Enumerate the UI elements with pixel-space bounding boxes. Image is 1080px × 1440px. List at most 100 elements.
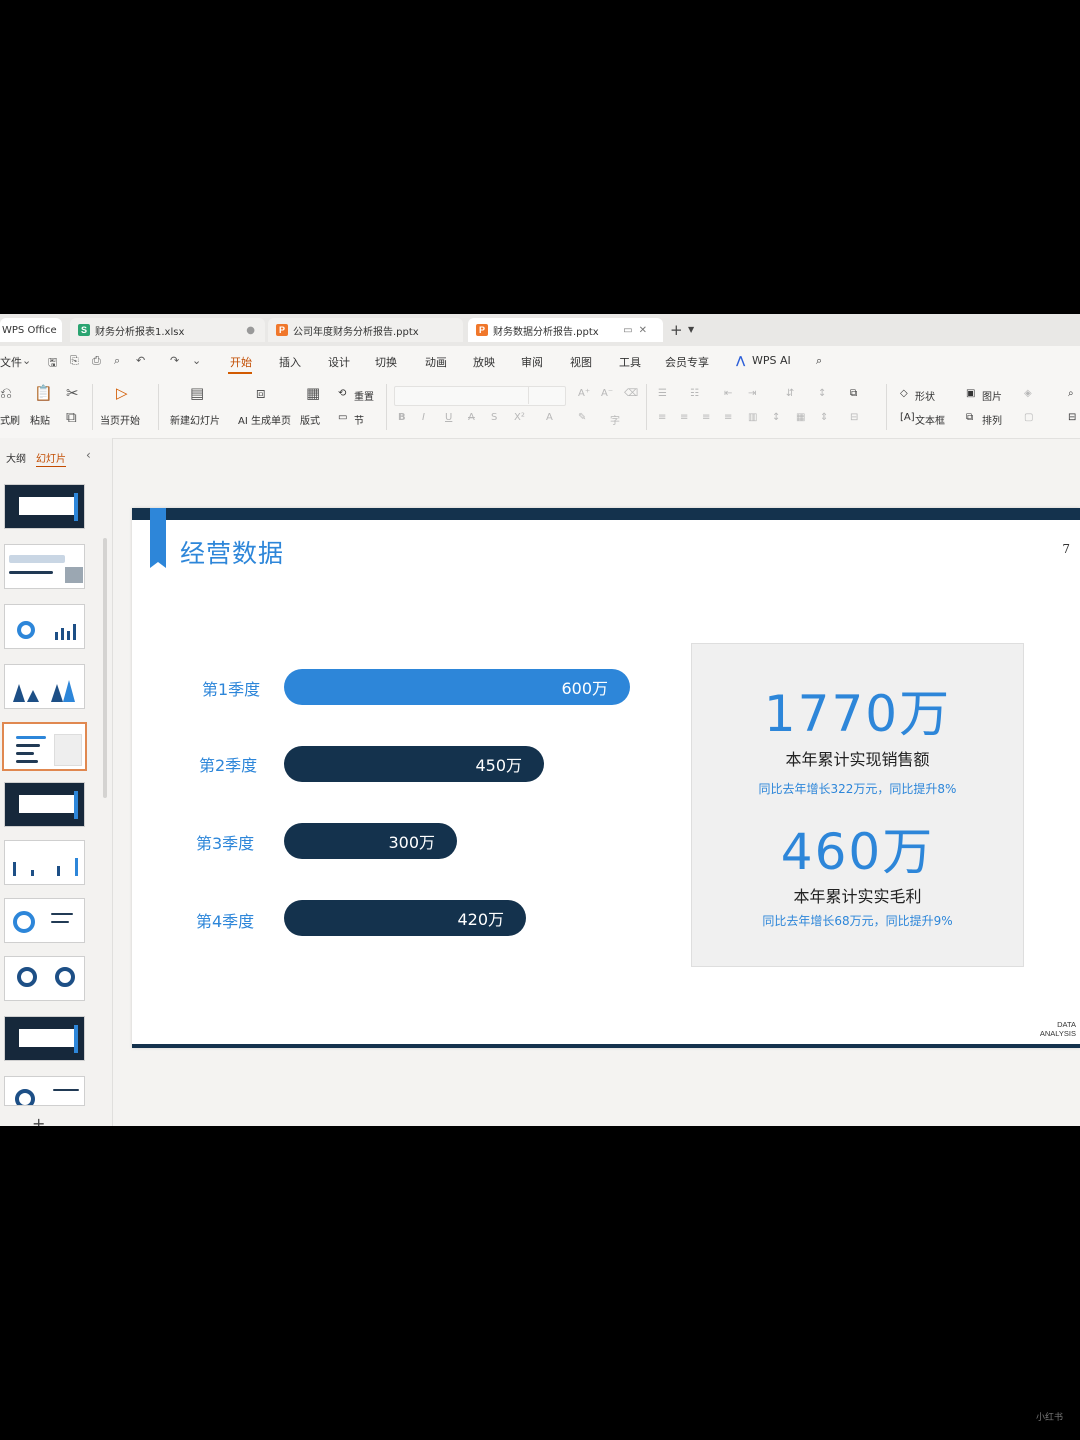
text-box-align-icon[interactable]: ⊟ [850, 412, 858, 423]
copy-icon[interactable]: ⧉ [66, 408, 77, 426]
slide-thumbnail-5-current[interactable] [2, 722, 87, 771]
paragraph-spacing-icon[interactable]: ↕ [772, 412, 780, 423]
text-direction-icon[interactable]: ⇵ [786, 388, 794, 399]
bullet-list-icon[interactable]: ☰ [658, 388, 667, 399]
reset-button[interactable]: 重置 [354, 388, 374, 403]
shadow-icon[interactable]: S [491, 412, 497, 423]
fill-icon[interactable]: ◈ [1024, 388, 1032, 399]
ai-page-icon[interactable]: ⧈ [256, 384, 266, 402]
bold-icon[interactable]: B [398, 412, 406, 423]
strikethrough-icon[interactable]: A [468, 412, 475, 423]
underline-icon[interactable]: U [445, 412, 452, 423]
tab-controls-close-icon[interactable]: ▭✕ [623, 325, 653, 336]
shape-icon[interactable]: ◇ [900, 388, 908, 399]
tab-wps-office-home[interactable]: WPS Office [0, 318, 62, 342]
indent-increase-icon[interactable]: ⇥ [748, 388, 756, 399]
section-button[interactable]: 节 [354, 412, 364, 427]
numbered-list-icon[interactable]: ☷ [690, 388, 699, 399]
share-icon[interactable]: ⎘ [70, 354, 79, 368]
columns-icon[interactable]: ▦ [796, 412, 805, 423]
slide-thumbnail-10[interactable] [4, 1016, 85, 1061]
save-icon[interactable]: 🖫 [48, 354, 57, 373]
chevron-down-icon[interactable]: ▼ [688, 325, 694, 334]
quarter-label[interactable]: 第2季度 [199, 752, 257, 776]
vertical-align-icon[interactable]: ⇕ [820, 412, 828, 423]
slide-thumbnail-1[interactable] [4, 484, 85, 529]
new-slide-icon[interactable]: ▤ [190, 384, 204, 402]
shape-button[interactable]: 形状 [915, 388, 935, 403]
font-color-icon[interactable]: A [546, 412, 553, 423]
slide-thumbnail-9[interactable] [4, 956, 85, 1001]
menu-view[interactable]: 视图 [570, 354, 592, 370]
slide-thumbnail-7[interactable] [4, 840, 85, 885]
menu-design[interactable]: 设计 [328, 354, 350, 370]
slide-thumbnail-4[interactable] [4, 664, 85, 709]
menu-insert[interactable]: 插入 [279, 354, 301, 370]
ai-generate-page-button[interactable]: AI 生成单页 [238, 412, 291, 427]
clear-format-icon[interactable]: ⌫ [624, 388, 638, 399]
menu-tools[interactable]: 工具 [619, 354, 641, 370]
slide-thumbnail-6[interactable] [4, 782, 85, 827]
distribute-icon[interactable]: ▥ [748, 412, 757, 423]
tab-xlsx-file[interactable]: S 财务分析报表1.xlsx ● [70, 318, 265, 342]
convert-smartart-icon[interactable]: ⧉ [850, 388, 857, 399]
collapse-panel-icon[interactable]: ‹ [86, 448, 91, 462]
arrange-button[interactable]: 排列 [982, 412, 1002, 427]
quarter-bar[interactable]: 420万 [284, 900, 526, 936]
tab-pptx-annual-report[interactable]: P 公司年度财务分析报告.pptx [268, 318, 463, 342]
slide-thumbnail-3[interactable] [4, 604, 85, 649]
quarter-label[interactable]: 第1季度 [202, 676, 260, 700]
justify-icon[interactable]: ≡ [724, 412, 732, 423]
undo-icon[interactable]: ↶ [136, 354, 145, 367]
slide-thumbnail-8[interactable] [4, 898, 85, 943]
print-preview-icon[interactable]: ⌕ [114, 354, 120, 368]
font-grow-icon[interactable]: A⁺ [578, 388, 590, 399]
quarter-bar[interactable]: 450万 [284, 746, 544, 782]
align-center-icon[interactable]: ≡ [680, 412, 688, 423]
redo-icon[interactable]: ↷ [170, 354, 179, 367]
paste-button[interactable]: 粘贴 [30, 412, 50, 427]
new-slide-button[interactable]: 新建幻灯片 [170, 412, 220, 427]
quarter-label[interactable]: 第4季度 [196, 908, 254, 932]
thumbnail-scrollbar[interactable] [103, 538, 107, 798]
tab-pptx-active[interactable]: P 财务数据分析报告.pptx ▭✕ [468, 318, 663, 342]
slide-title[interactable]: 经营数据 [180, 534, 284, 570]
italic-icon[interactable]: I [422, 412, 425, 423]
print-icon[interactable]: ⎙ [92, 354, 101, 368]
menu-member[interactable]: 会员专享 [665, 354, 709, 370]
menu-home[interactable]: 开始 [230, 354, 252, 370]
phonetic-icon[interactable]: 字 [610, 412, 620, 427]
font-shrink-icon[interactable]: A⁻ [601, 388, 613, 399]
format-painter-icon[interactable]: ⎌ [0, 384, 12, 402]
find-icon[interactable]: ⌕ [1068, 388, 1074, 399]
textbox-button[interactable]: 文本框 [915, 412, 945, 427]
format-painter-label[interactable]: 式刷 [0, 412, 20, 427]
picture-button[interactable]: 图片 [982, 388, 1002, 403]
superscript-icon[interactable]: X² [514, 412, 525, 423]
textbox-icon[interactable]: [A] [900, 412, 915, 423]
tab-slides[interactable]: 幻灯片 [36, 450, 66, 467]
highlight-icon[interactable]: ✎ [578, 412, 586, 423]
paste-icon[interactable]: 📋 [34, 384, 53, 402]
reset-icon[interactable]: ⟲ [338, 388, 346, 399]
new-tab-button[interactable]: + [670, 321, 683, 339]
picture-icon[interactable]: ▣ [966, 388, 975, 399]
menu-file[interactable]: 文件 [0, 354, 22, 370]
add-slide-button[interactable]: + [32, 1114, 45, 1126]
quarter-bar[interactable]: 600万 [284, 669, 630, 705]
search-icon[interactable]: ⌕ [816, 354, 822, 368]
menu-animation[interactable]: 动画 [425, 354, 447, 370]
cut-icon[interactable]: ✂ [66, 384, 79, 402]
chevron-down-icon[interactable]: ⌄ [192, 354, 201, 367]
slide-canvas[interactable]: 经营数据 7 第1季度 600万 第2季度 450万 第3季度 300万 第4季… [132, 508, 1080, 1048]
menu-review[interactable]: 审阅 [521, 354, 543, 370]
tab-outline[interactable]: 大纲 [6, 450, 26, 465]
play-icon[interactable]: ▷ [116, 384, 128, 402]
summary-card[interactable]: 1770万 本年累计实现销售额 同比去年增长322万元，同比提升8% 460万 … [691, 643, 1024, 967]
replace-icon[interactable]: ⊟ [1068, 412, 1076, 423]
section-icon[interactable]: ▭ [338, 412, 347, 423]
slide-thumbnail-11[interactable] [4, 1076, 85, 1106]
layout-button[interactable]: 版式 [300, 412, 320, 427]
menu-slideshow[interactable]: 放映 [473, 354, 495, 370]
indent-decrease-icon[interactable]: ⇤ [724, 388, 732, 399]
